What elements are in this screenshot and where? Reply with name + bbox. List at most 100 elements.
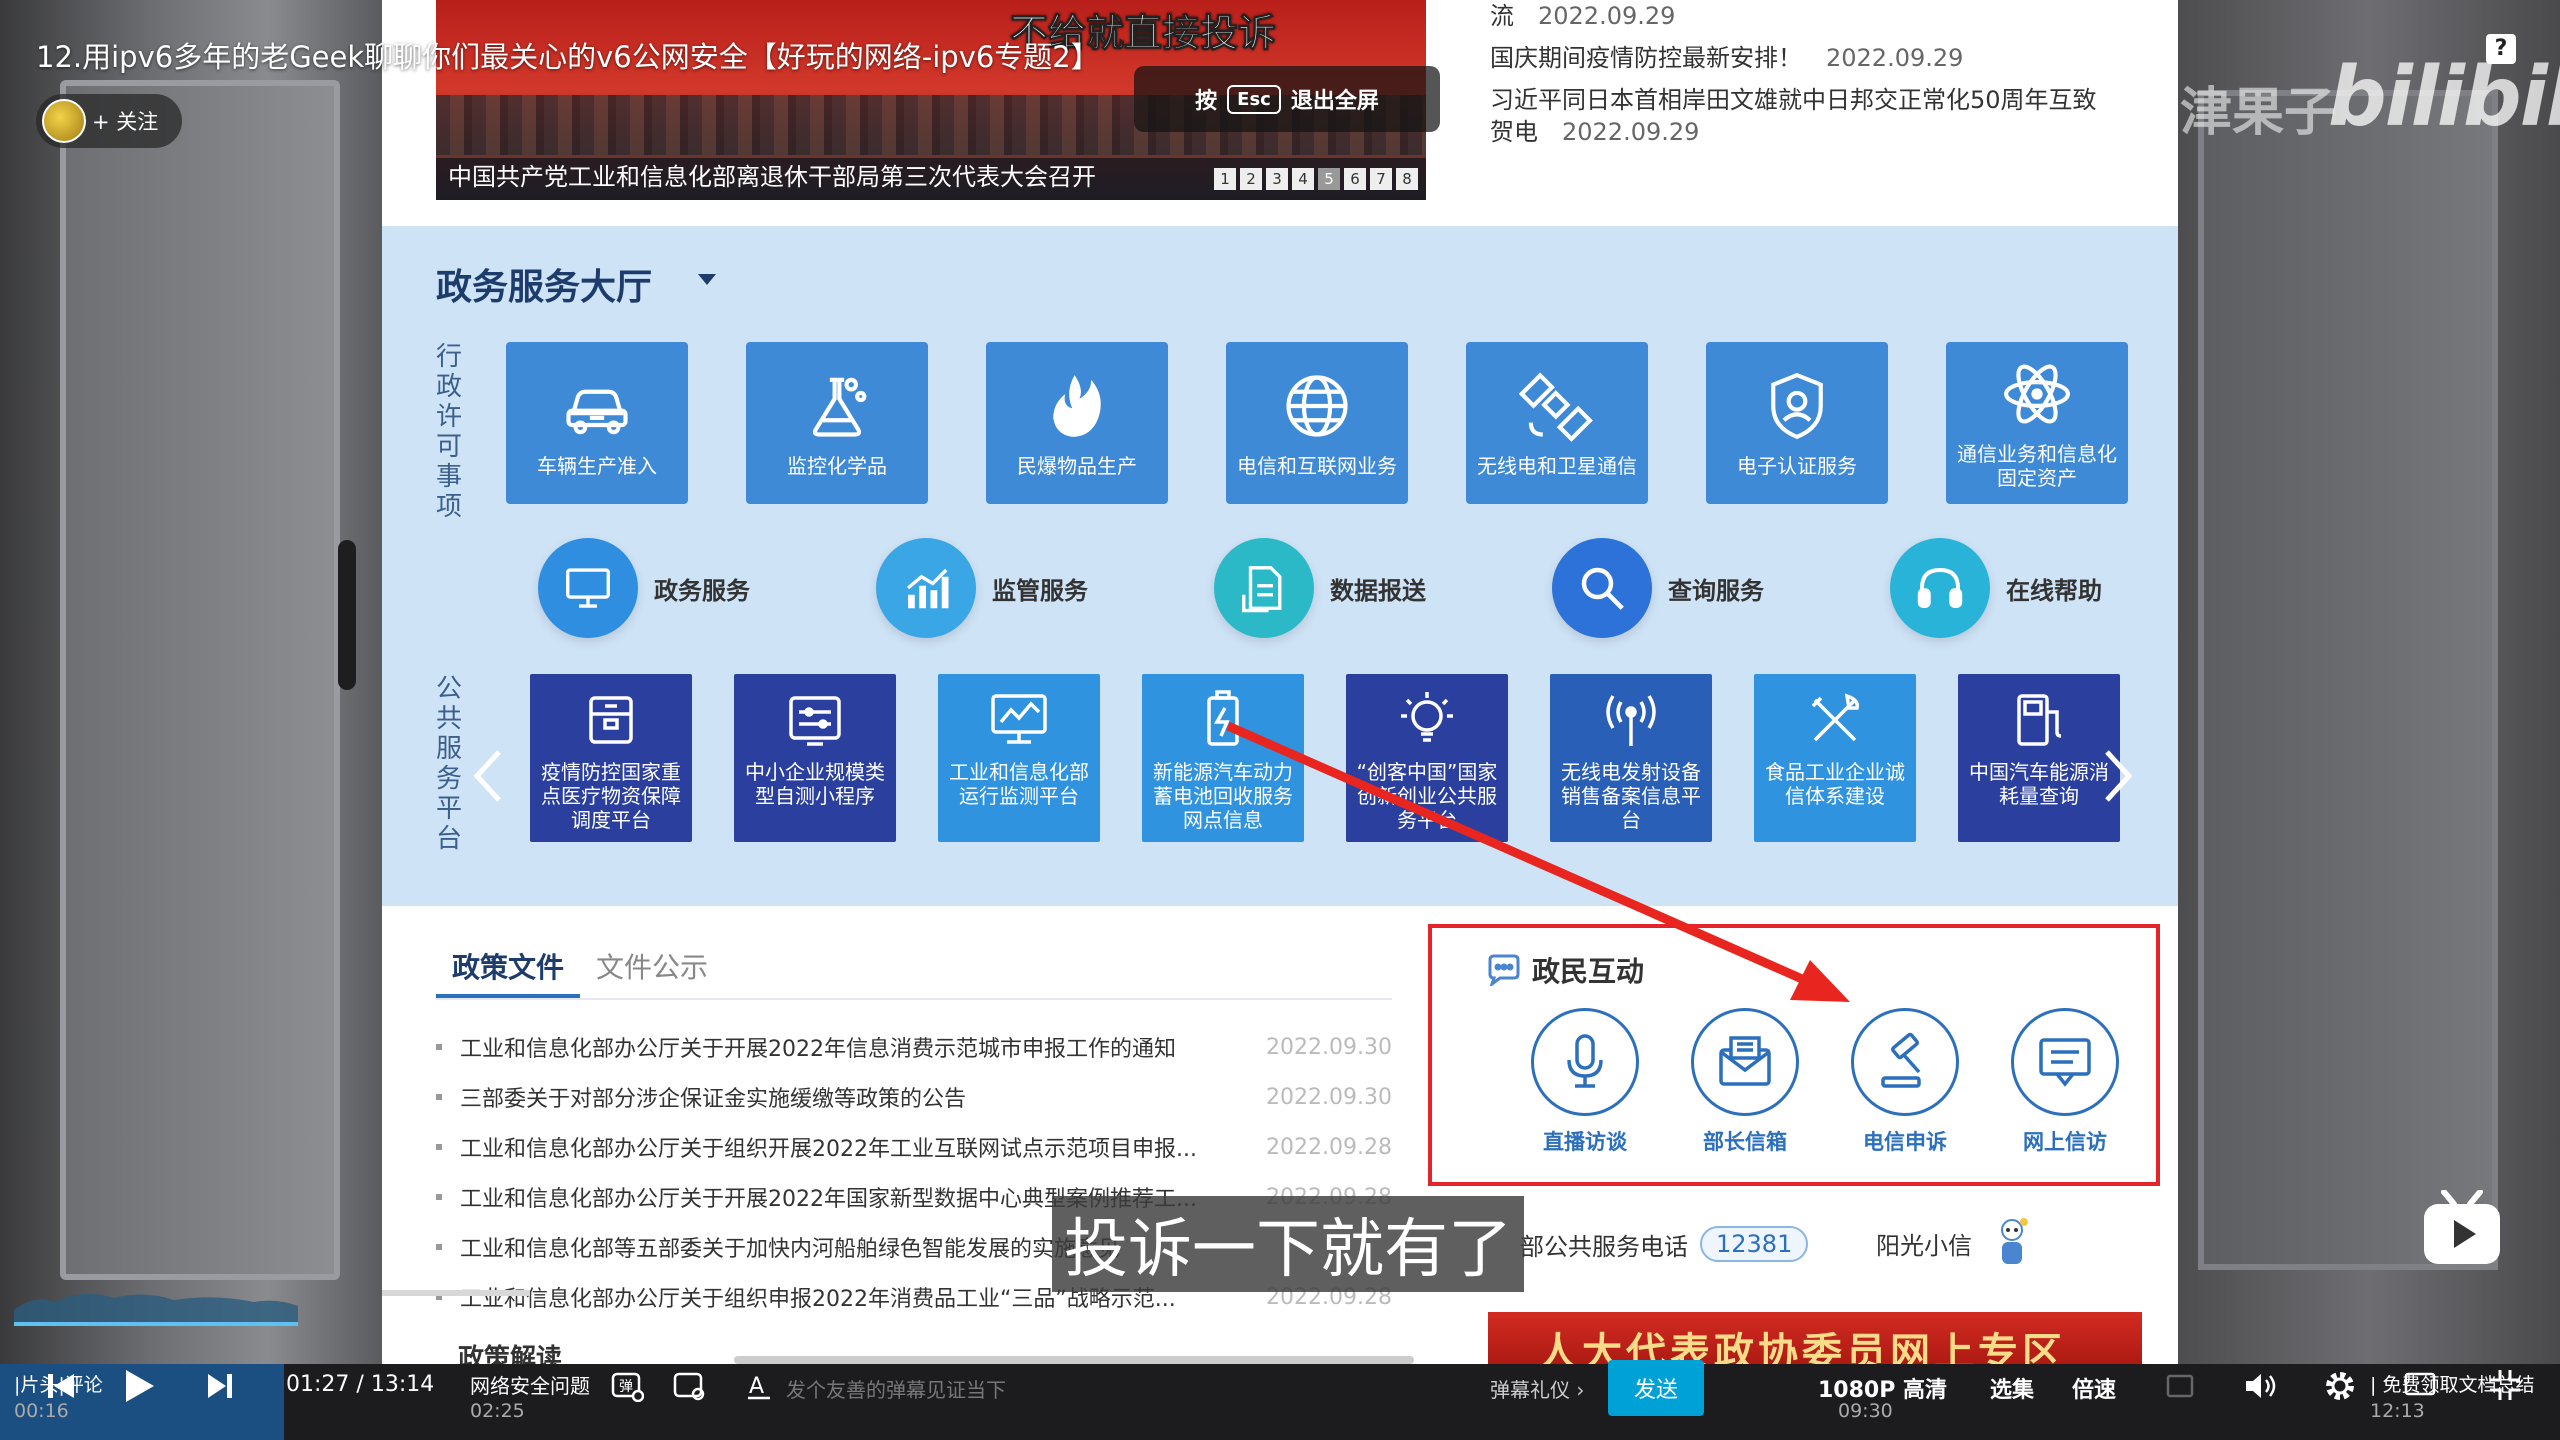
tab-document-notice[interactable]: 文件公示 (580, 934, 724, 998)
platform-maker-china[interactable]: “创客中国”国家创新创业公共服务平台 (1346, 674, 1508, 842)
satellite-icon (1519, 372, 1593, 442)
public-service-hotline: 部公共服务电话 12381 (1520, 1226, 1809, 1262)
hotline-number[interactable]: 12381 (1700, 1226, 1809, 1262)
box-icon (589, 696, 633, 744)
platform-label: 新能源汽车动力蓄电池回收服务网点信息 (1153, 760, 1293, 832)
news-item[interactable]: 习近平同日本首相岸田文雄就中日邦交正常化50周年互致 (1490, 84, 2150, 116)
danmaku-settings-icon[interactable] (672, 1370, 706, 1402)
online-petition[interactable]: 网上信访 (2010, 1008, 2120, 1156)
tile-vehicle-production[interactable]: 车辆生产准入 (506, 342, 688, 504)
platform-food-industry[interactable]: 食品工业企业诚信体系建设 (1754, 674, 1916, 842)
tile-chemicals[interactable]: 监控化学品 (746, 342, 928, 504)
avatar[interactable] (42, 99, 86, 143)
platform-radio-equipment[interactable]: 无线电发射设备销售备案信息平台 (1550, 674, 1712, 842)
platform-monitoring[interactable]: 工业和信息化部运行监测平台 (938, 674, 1100, 842)
carousel-page-8[interactable]: 8 (1396, 168, 1418, 190)
tab-policy-documents[interactable]: 政策文件 (436, 934, 581, 998)
circle-badge (2011, 1008, 2119, 1116)
tv-mascot-icon[interactable] (2420, 1190, 2504, 1268)
service-query[interactable]: 查询服务 (1552, 538, 1890, 638)
gear-icon[interactable] (2322, 1368, 2358, 1404)
live-interview[interactable]: 直播访谈 (1530, 1008, 1640, 1156)
episode-select[interactable]: 选集 (1990, 1372, 2034, 1404)
danmaku-etiquette-link[interactable]: 弹幕礼仪 › (1490, 1374, 1584, 1403)
service-gov[interactable]: 政务服务 (538, 538, 876, 638)
carousel-page-1[interactable]: 1 (1214, 168, 1236, 190)
platform-battery-recycling[interactable]: 新能源汽车动力蓄电池回收服务网点信息 (1142, 674, 1304, 842)
carousel-page-6[interactable]: 6 (1344, 168, 1366, 190)
danmaku-input[interactable]: 发个友善的弹幕见证当下 (786, 1374, 1006, 1403)
chevron-down-icon[interactable] (698, 274, 716, 285)
carousel-page-4[interactable]: 4 (1292, 168, 1314, 190)
danmaku-toggle-icon[interactable]: 弹 (610, 1370, 644, 1402)
volume-icon[interactable] (2242, 1370, 2278, 1402)
next-icon[interactable] (206, 1372, 234, 1400)
bullet (436, 1144, 442, 1150)
video-title: 12.用ipv6多年的老Geek聊聊你们最关心的v6公网安全【好玩的网络-ipv… (36, 40, 1100, 74)
playback-speed[interactable]: 倍速 (2072, 1372, 2116, 1404)
picture-in-picture-icon[interactable] (2166, 1372, 2194, 1400)
fullscreen-exit-tip: 按 Esc 退出全屏 (1134, 66, 1440, 132)
play-icon[interactable] (122, 1368, 156, 1404)
chevron-left-icon[interactable] (468, 746, 508, 806)
battery-icon (1207, 690, 1239, 746)
service-data-report[interactable]: 数据报送 (1214, 538, 1552, 638)
text-style-icon[interactable]: A (746, 1372, 772, 1400)
news-item[interactable]: 国庆期间疫情防控最新安排！ 2022.09.29 (1490, 42, 2150, 74)
telecom-complaint[interactable]: 电信申诉 (1850, 1008, 1960, 1156)
chapter-title[interactable]: 网络安全问题 (470, 1370, 590, 1399)
platform-fuel-consumption[interactable]: 中国汽车能源消耗量查询 (1958, 674, 2120, 842)
list-item[interactable]: 三部委关于对部分涉企保证金实施缓缴等政策的公告 2022.09.30 (436, 1072, 1392, 1122)
admin-permit-tiles: 车辆生产准入 监控化学品 民爆物品生产 电信和互联网业务 无线电和卫星通信 电子… (506, 342, 2128, 504)
chevron-right-icon[interactable] (2098, 746, 2138, 806)
exit-fullscreen-icon[interactable] (2488, 1368, 2522, 1402)
tile-radio-satellite[interactable]: 无线电和卫星通信 (1466, 342, 1648, 504)
total-time: 13:14 (370, 1372, 435, 1397)
list-item[interactable]: 工业和信息化部办公厅关于组织开展2022年工业互联网试点示范项目申报... 202… (436, 1122, 1392, 1172)
carousel-page-3[interactable]: 3 (1266, 168, 1288, 190)
tile-fixed-assets[interactable]: 通信业务和信息化固定资产 (1946, 342, 2128, 504)
news-item-cont[interactable]: 贺电 2022.09.29 (1490, 116, 2150, 148)
chat-bubble-icon (1488, 954, 1520, 986)
platform-label: 工业和信息化部运行监测平台 (949, 760, 1089, 808)
document-icon (1242, 566, 1282, 613)
bilibili-logo: bilibili (2328, 50, 2560, 145)
tile-e-certification[interactable]: 电子认证服务 (1706, 342, 1888, 504)
carousel-page-7[interactable]: 7 (1370, 168, 1392, 190)
widescreen-icon[interactable] (2404, 1370, 2436, 1400)
platform-label: 食品工业企业诚信体系建设 (1765, 760, 1905, 808)
progress-fill[interactable] (14, 1322, 298, 1326)
interaction-label: 电信申诉 (1863, 1130, 1947, 1154)
service-online-help[interactable]: 在线帮助 (1890, 538, 2178, 638)
circle-badge (1691, 1008, 1799, 1116)
horizontal-scrollbar[interactable] (734, 1356, 1414, 1364)
monitor-icon (566, 568, 610, 608)
policy-tabs: 政策文件 文件公示 (436, 934, 1392, 1000)
bullet (436, 1194, 442, 1200)
carousel-caption[interactable]: 中国共产党工业和信息化部离退休干部局第三次代表大会召开 (448, 157, 1096, 192)
wardrobe-door (60, 80, 340, 1280)
previous-icon[interactable] (46, 1372, 76, 1400)
platform-sme-test[interactable]: 中小企业规模类型自测小程序 (734, 674, 896, 842)
help-icon[interactable]: ? (2486, 34, 2516, 64)
news-item[interactable]: 流 2022.09.29 (1490, 0, 2150, 32)
right-time: 12:13 (2370, 1400, 2425, 1422)
send-danmaku-button[interactable]: 发送 (1608, 1360, 1704, 1416)
tile-label: 民爆物品生产 (1017, 454, 1137, 478)
service-supervision[interactable]: 监管服务 (876, 538, 1214, 638)
policy-interpretation-heading[interactable]: 政策解读 (458, 1338, 562, 1364)
npc-cppcc-banner[interactable]: 人大代表政协委员网上专区 (1488, 1312, 2142, 1364)
sunny-xiaoxin-link[interactable]: 阳光小信 (1876, 1226, 1972, 1261)
tile-label: 监控化学品 (787, 454, 887, 478)
scroll-indicator (382, 1290, 530, 1296)
list-item[interactable]: 工业和信息化部办公厅关于开展2022年信息消费示范城市申报工作的通知 2022.0… (436, 1022, 1392, 1072)
platform-label: “创客中国”国家创新创业公共服务平台 (1356, 760, 1498, 832)
carousel-page-5[interactable]: 5 (1318, 168, 1340, 190)
robot-mascot-icon (2001, 1218, 2028, 1264)
tile-telecom-internet[interactable]: 电信和互联网业务 (1226, 342, 1408, 504)
minister-mailbox[interactable]: 部长信箱 (1690, 1008, 1800, 1156)
platform-epidemic-supplies[interactable]: 疫情防控国家重点医疗物资保障调度平台 (530, 674, 692, 842)
carousel-page-2[interactable]: 2 (1240, 168, 1262, 190)
tile-explosives[interactable]: 民爆物品生产 (986, 342, 1168, 504)
follow-uploader-button[interactable]: + 关注 (36, 94, 182, 148)
